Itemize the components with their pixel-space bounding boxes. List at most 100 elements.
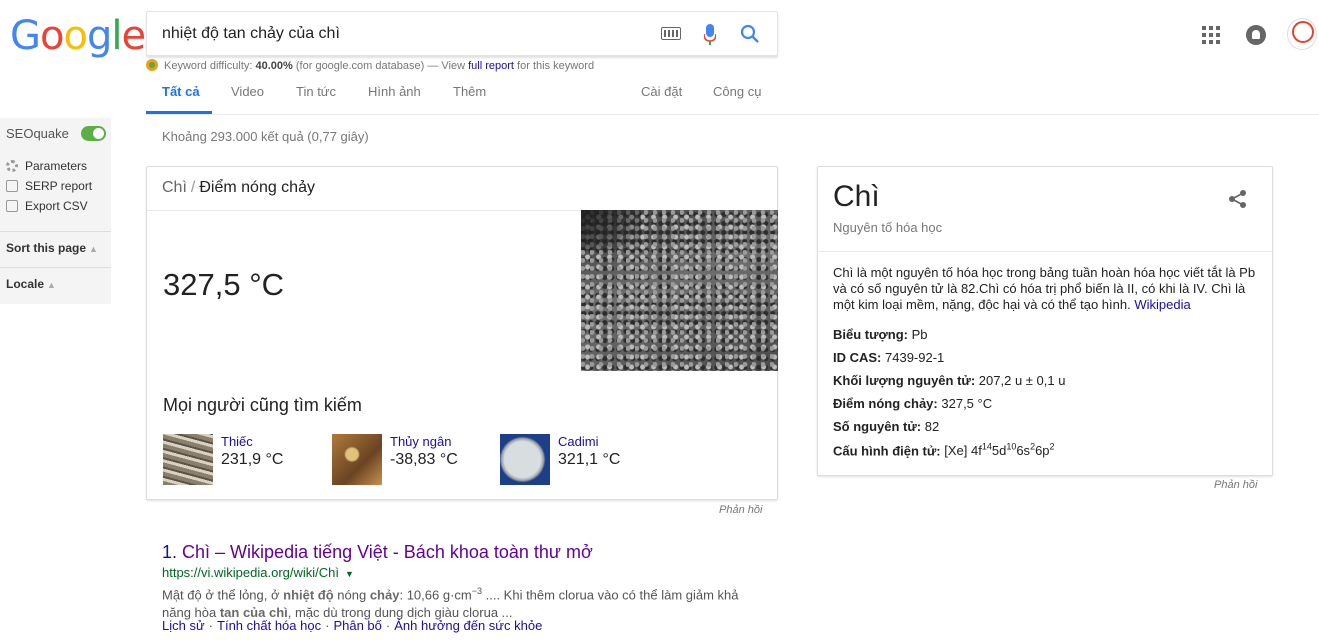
search-tabs: Tất cả Video Tin tức Hình ảnh Thêm Cài đ…: [146, 74, 1319, 115]
tab-all[interactable]: Tất cả: [162, 84, 200, 99]
fact-label[interactable]: Biểu tượng:: [833, 327, 908, 342]
chevron-up-icon: ▲: [47, 280, 56, 290]
sitelink-separator: ·: [325, 618, 330, 633]
tab-tools[interactable]: Công cụ: [713, 84, 761, 99]
full-report-link[interactable]: full report: [468, 60, 514, 72]
result-url: https://vi.wikipedia.org/wiki/Chì ▼: [162, 565, 354, 580]
search-input[interactable]: [162, 22, 642, 46]
tab-settings[interactable]: Cài đặt: [641, 84, 682, 99]
result-title[interactable]: Chì – Wikipedia tiếng Việt - Bách khoa t…: [182, 542, 593, 562]
fact-label[interactable]: Điểm nóng chảy:: [833, 396, 938, 411]
config-sup: 2: [1049, 442, 1055, 452]
result-stats: Khoảng 293.000 kết quả (0,77 giây): [162, 129, 369, 144]
avatar-logo-ring: [1292, 21, 1314, 43]
sitelink-chemical-properties[interactable]: Tính chất hóa học: [217, 618, 321, 633]
breadcrumb: Chì / Điểm nóng chảy: [162, 179, 315, 197]
kd-suffix: for this keyword: [517, 60, 595, 72]
mercury-thumbnail: [332, 434, 382, 485]
fact-value: Pb: [911, 327, 928, 342]
lead-ore-image[interactable]: [581, 210, 778, 371]
gear-icon: [6, 160, 18, 172]
export-csv-item[interactable]: Export CSV: [6, 199, 88, 213]
tab-more[interactable]: Thêm: [453, 84, 486, 99]
config-part: 5d: [991, 443, 1007, 459]
answer-feedback-link[interactable]: Phản hồi: [719, 504, 762, 516]
fact-value: 207,2 u ± 0,1 u: [978, 373, 1066, 388]
sitelink-distribution[interactable]: Phân bố: [333, 618, 381, 633]
locale-label: Locale: [6, 277, 45, 291]
search-box[interactable]: [146, 11, 778, 56]
parameters-item[interactable]: Parameters: [6, 159, 87, 173]
kd-value: 40.00%: [255, 60, 293, 72]
sitelink-health-effects[interactable]: Ảnh hưởng đến sức khỏe: [394, 618, 542, 633]
serp-report-item[interactable]: SERP report: [6, 179, 92, 193]
active-tab-indicator: [146, 111, 212, 114]
related-entity-mercury[interactable]: Thủy ngân -38,83 °C: [332, 434, 492, 486]
config-part: 6p: [1035, 443, 1050, 459]
caret-down-icon[interactable]: ▼: [345, 569, 354, 579]
related-name[interactable]: Thiếc: [221, 434, 253, 449]
config-part: 6s: [1016, 443, 1031, 459]
config-sup: 14: [981, 442, 992, 452]
seoquake-toggle[interactable]: [81, 126, 106, 141]
google-logo[interactable]: Google: [10, 13, 146, 59]
sort-this-page-label: Sort this page: [6, 241, 87, 255]
fact-value: 82: [924, 419, 940, 434]
result-title-link[interactable]: 1. Chì – Wikipedia tiếng Việt - Bách kho…: [162, 542, 593, 563]
related-name[interactable]: Thủy ngân: [390, 434, 451, 449]
account-avatar[interactable]: [1287, 18, 1317, 50]
seoquake-title: SEOquake: [6, 126, 69, 141]
keyboard-icon[interactable]: [661, 27, 681, 40]
kp-description: Chì là một nguyên tố hóa học trong bảng …: [833, 265, 1258, 313]
fact-value: 7439-92-1: [885, 350, 945, 365]
logo-letter: g: [86, 13, 112, 59]
mic-icon[interactable]: [704, 24, 716, 46]
search-icon[interactable]: [740, 24, 760, 44]
snippet-sup: −3: [471, 586, 482, 596]
tab-video[interactable]: Video: [231, 84, 264, 99]
related-name[interactable]: Cadimi: [558, 434, 598, 449]
share-icon[interactable]: [1228, 189, 1248, 209]
cadmium-thumbnail: [500, 434, 550, 485]
kp-subtitle: Nguyên tố hóa học: [833, 220, 943, 235]
result-sitelinks: Lịch sử · Tính chất hóa học · Phân bố · Ảnh hư…: [162, 618, 542, 633]
snippet-bold: chảy: [369, 587, 400, 603]
related-entity-tin[interactable]: Thiếc 231,9 °C: [163, 434, 323, 486]
fact-label[interactable]: Khối lượng nguyên tử:: [833, 373, 975, 388]
kp-feedback-link[interactable]: Phản hồi: [1214, 479, 1257, 491]
config-part: [Xe] 4f: [944, 443, 982, 459]
featured-answer-card: Chì / Điểm nóng chảy 327,5 °C Mọi người cũ…: [146, 166, 778, 500]
tab-images[interactable]: Hình ảnh: [368, 84, 421, 99]
kp-title: Chì: [833, 180, 880, 213]
related-value: -38,83 °C: [390, 451, 458, 468]
result-snippet: Mật độ ở thể lỏng, ở nhiệt độ nóng chảy:…: [162, 582, 762, 622]
tab-news[interactable]: Tin tức: [296, 84, 336, 99]
logo-letter: G: [10, 13, 41, 59]
fact-melting-point: Điểm nóng chảy: 327,5 °C: [833, 396, 992, 411]
breadcrumb-parent[interactable]: Chì: [162, 179, 187, 196]
related-entity-cadmium[interactable]: Cadimi 321,1 °C: [500, 434, 660, 486]
chevron-up-icon: ▲: [89, 244, 98, 254]
notifications-bell-icon[interactable]: [1246, 25, 1266, 45]
seoquake-logo-icon: [146, 59, 158, 71]
tin-thumbnail: [163, 434, 213, 485]
logo-letter: l: [111, 13, 122, 59]
fact-electron-config: Cấu hình điện tử: [Xe] 4f145d106s26p2: [833, 442, 1055, 458]
sitelink-separator: ·: [385, 618, 391, 633]
result-url-text: https://vi.wikipedia.org/wiki/Chì: [162, 565, 340, 580]
sitelink-separator: ·: [208, 618, 214, 633]
snippet-text: Mật độ ở thể lỏng, ở: [162, 587, 284, 603]
sitelink-history[interactable]: Lịch sử: [162, 618, 205, 633]
export-icon: [6, 200, 18, 212]
sort-this-page-section[interactable]: Sort this page ▲: [0, 231, 111, 264]
breadcrumb-separator: /: [190, 179, 196, 196]
fact-label[interactable]: ID CAS:: [833, 350, 881, 365]
wikipedia-link[interactable]: Wikipedia: [1134, 297, 1190, 312]
locale-section[interactable]: Locale ▲: [0, 267, 111, 300]
answer-value: 327,5 °C: [163, 267, 284, 302]
fact-atomic-number: Số nguyên tử: 82: [833, 419, 939, 434]
fact-label[interactable]: Cấu hình điện tử:: [833, 443, 941, 458]
report-icon: [6, 180, 18, 192]
apps-grid-icon[interactable]: [1202, 26, 1220, 44]
fact-label[interactable]: Số nguyên tử:: [833, 419, 921, 434]
